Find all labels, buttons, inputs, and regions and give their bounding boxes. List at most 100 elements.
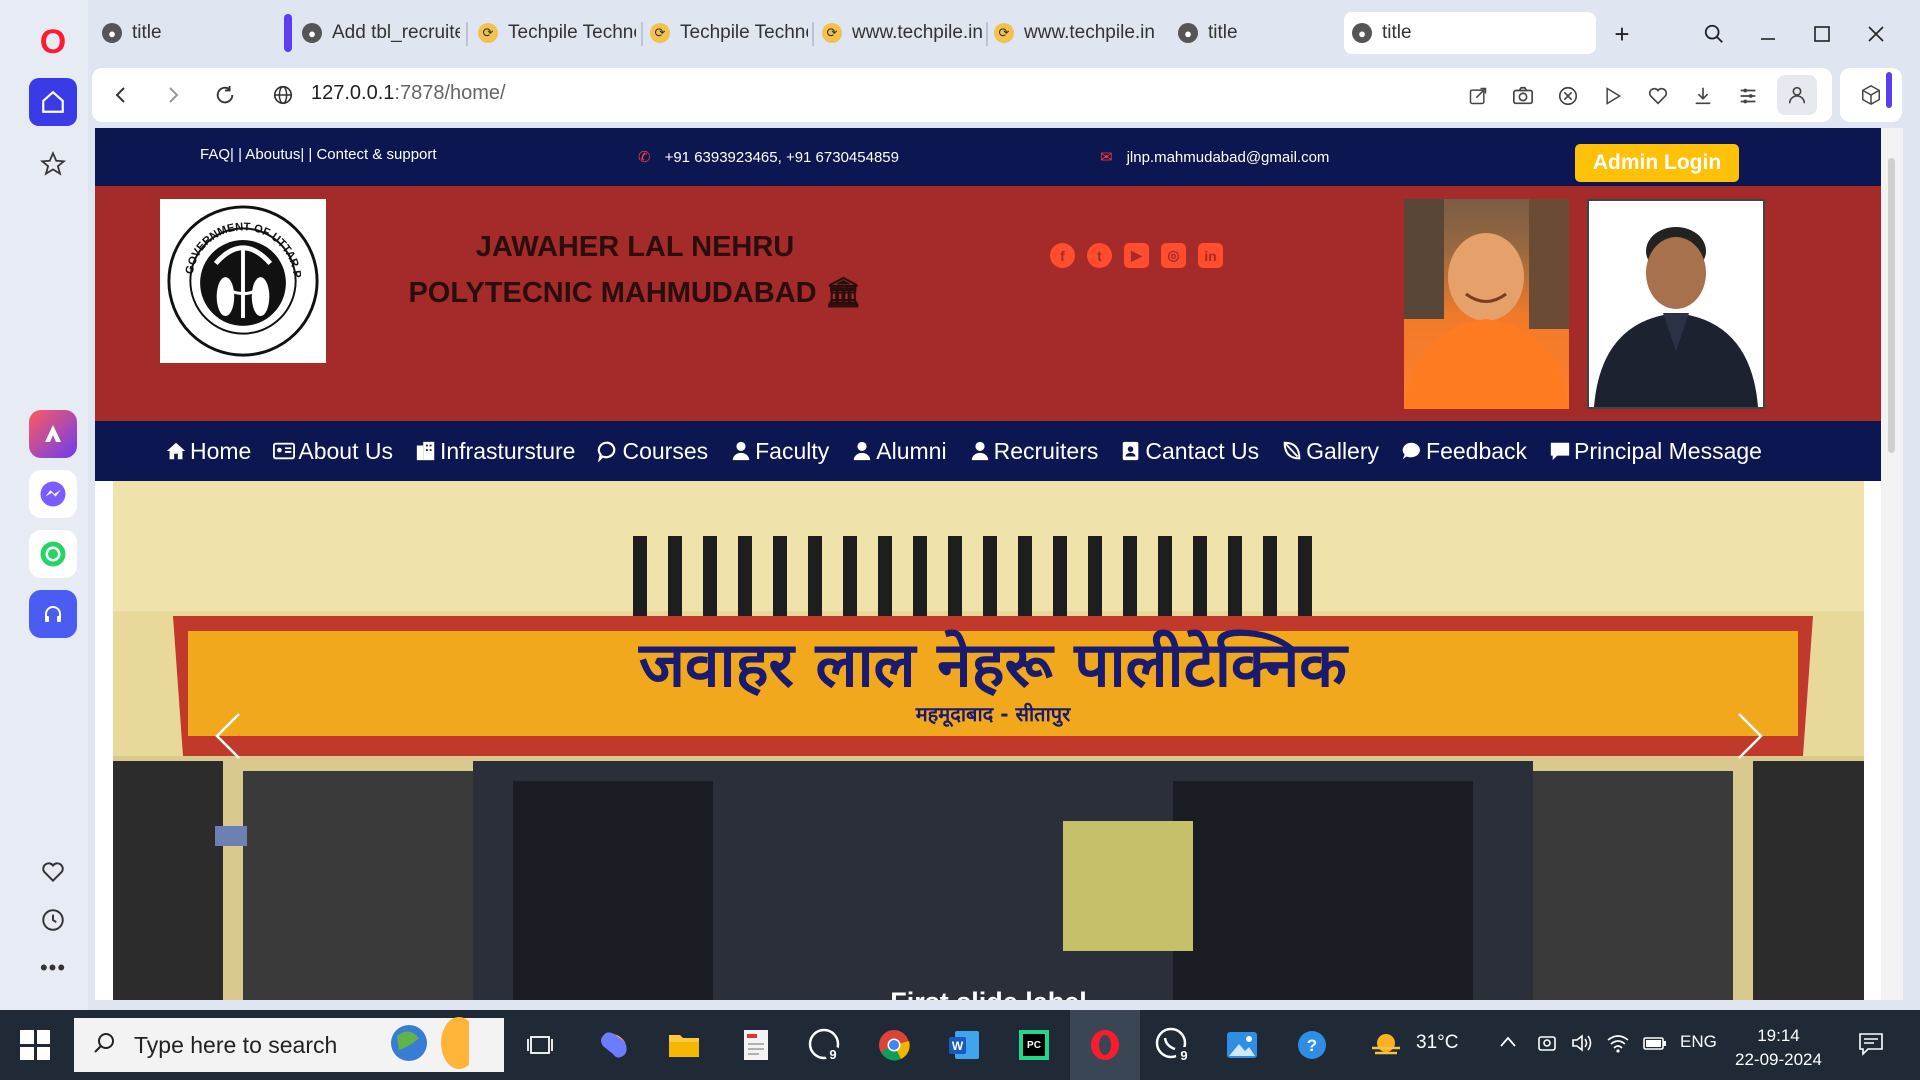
reload-icon[interactable] bbox=[208, 78, 242, 112]
system-clock[interactable]: 19:14 22-09-2024 bbox=[1735, 1024, 1822, 1072]
admin-login-button[interactable]: Admin Login bbox=[1575, 144, 1739, 182]
weather-sun-icon[interactable] bbox=[1368, 1026, 1404, 1066]
scrollbar-thumb[interactable] bbox=[1888, 158, 1895, 453]
email-address[interactable]: jlnp.mahmudabad@gmail.com bbox=[1127, 149, 1330, 166]
social-links: f t ▶ ◎ in bbox=[1050, 243, 1223, 268]
input-language[interactable]: ENG bbox=[1680, 1032, 1717, 1052]
get-help-icon[interactable]: ? bbox=[1290, 1023, 1334, 1067]
taskbar-search-box[interactable]: Type here to search bbox=[74, 1016, 504, 1072]
meet-now-icon[interactable] bbox=[1536, 1032, 1558, 1060]
site-info-globe-icon[interactable] bbox=[266, 78, 300, 112]
opera-browser-icon[interactable] bbox=[1083, 1023, 1127, 1067]
notification-center-icon[interactable] bbox=[1858, 1032, 1884, 1062]
volume-icon[interactable] bbox=[1570, 1032, 1594, 1060]
windows-start-icon[interactable] bbox=[20, 1030, 50, 1060]
close-window-icon[interactable] bbox=[1856, 14, 1896, 54]
nav-alumni[interactable]: Alumni bbox=[851, 438, 947, 465]
nav-courses[interactable]: Courses bbox=[597, 438, 708, 465]
my-flow-heart-icon[interactable] bbox=[29, 848, 77, 896]
nav-contact-us[interactable]: Cantact Us bbox=[1120, 438, 1259, 465]
back-icon[interactable] bbox=[104, 78, 138, 112]
tab[interactable]: ⟳ www.techpile.in bbox=[822, 12, 988, 54]
minimize-icon[interactable] bbox=[1748, 14, 1788, 54]
nav-home[interactable]: Home bbox=[165, 438, 251, 465]
pinboard-star-icon[interactable] bbox=[29, 140, 77, 188]
svg-text:PC: PC bbox=[1027, 1040, 1041, 1051]
tab-title: www.techpile.in bbox=[852, 22, 983, 43]
opera-logo-icon[interactable]: O bbox=[29, 18, 77, 66]
whatsapp-taskbar-icon[interactable]: 9 bbox=[803, 1023, 847, 1067]
ad-blocker-icon[interactable] bbox=[1552, 80, 1584, 112]
techpile-icon: ⟳ bbox=[994, 23, 1014, 43]
history-clock-icon[interactable] bbox=[29, 896, 77, 944]
tab[interactable]: ⟳ Techpile Techno bbox=[478, 12, 636, 54]
phone-info: ✆ +91 6393923465, +91 6730454859 bbox=[638, 148, 899, 166]
search-icon bbox=[92, 1031, 116, 1060]
tab-separator bbox=[641, 22, 643, 46]
sidebar-accent-marker bbox=[1886, 72, 1892, 108]
twitter-icon[interactable]: t bbox=[1087, 243, 1112, 268]
forward-icon[interactable] bbox=[156, 78, 190, 112]
more-options-icon[interactable]: ••• bbox=[29, 944, 77, 992]
youtube-icon[interactable]: ▶ bbox=[1124, 243, 1149, 268]
weather-temperature[interactable]: 31°C bbox=[1416, 1032, 1458, 1054]
tab[interactable]: ⟳ Techpile Techno bbox=[650, 12, 808, 54]
facebook-icon[interactable]: f bbox=[1050, 243, 1075, 268]
carousel-next-icon[interactable] bbox=[1735, 711, 1765, 773]
page-scrollbar[interactable] bbox=[1881, 128, 1903, 1000]
messenger-icon[interactable] bbox=[29, 470, 77, 518]
nav-faculty[interactable]: Faculty bbox=[730, 438, 829, 465]
music-player-icon[interactable] bbox=[29, 590, 77, 638]
instagram-icon[interactable]: ◎ bbox=[1161, 243, 1186, 268]
whatsapp-desktop-icon[interactable]: 9 bbox=[1152, 1023, 1196, 1067]
easy-setup-menu-icon[interactable] bbox=[1732, 80, 1764, 112]
phone-numbers: +91 6393923465, +91 6730454859 bbox=[664, 149, 899, 166]
download-icon[interactable] bbox=[1687, 80, 1719, 112]
battery-icon[interactable] bbox=[1642, 1032, 1668, 1060]
nav-principal-message[interactable]: Principal Message bbox=[1549, 438, 1762, 465]
tab[interactable]: ● Add tbl_recruite bbox=[302, 12, 460, 54]
slide-image-college-building: जवाहर लाल नेहरू पालीटेक्निक महमूदाबाद - … bbox=[113, 481, 1864, 1000]
nav-about-us[interactable]: About Us bbox=[273, 438, 393, 465]
aria-ai-icon[interactable] bbox=[29, 410, 77, 458]
snapshot-camera-icon[interactable] bbox=[1507, 80, 1539, 112]
nav-recruiters[interactable]: Recruiters bbox=[969, 438, 1098, 465]
whatsapp-icon[interactable] bbox=[29, 530, 77, 578]
nav-infrastructure[interactable]: Infrastursture bbox=[415, 438, 575, 465]
tab-search-icon[interactable] bbox=[1694, 14, 1734, 54]
wifi-icon[interactable] bbox=[1606, 1032, 1630, 1060]
nav-feedback[interactable]: Feedback bbox=[1401, 438, 1527, 465]
envelope-icon: ✉ bbox=[1100, 149, 1113, 166]
hero-carousel: जवाहर लाल नेहरू पालीटेक्निक महमूदाबाद - … bbox=[113, 481, 1864, 1000]
tab-separator bbox=[466, 22, 468, 46]
nav-gallery[interactable]: Gallery bbox=[1281, 438, 1379, 465]
copilot-icon[interactable] bbox=[592, 1023, 636, 1067]
show-hidden-icons-chevron-icon[interactable] bbox=[1498, 1032, 1518, 1058]
file-explorer-icon[interactable] bbox=[662, 1023, 706, 1067]
tab-active[interactable]: ● title bbox=[1344, 12, 1596, 54]
new-tab-plus-icon[interactable]: + bbox=[1602, 14, 1642, 54]
tab[interactable]: ● title bbox=[1178, 12, 1288, 54]
photos-app-icon[interactable] bbox=[1220, 1023, 1264, 1067]
task-view-icon[interactable] bbox=[518, 1023, 562, 1067]
profile-avatar-icon[interactable] bbox=[1777, 75, 1817, 115]
share-icon[interactable] bbox=[1462, 80, 1494, 112]
quick-links[interactable]: FAQ| | Aboutus| | Contect & support bbox=[200, 146, 437, 163]
speed-dial-home-icon[interactable] bbox=[29, 78, 77, 126]
carousel-prev-icon[interactable] bbox=[213, 711, 243, 773]
linkedin-icon[interactable]: in bbox=[1198, 243, 1223, 268]
bookmark-heart-icon[interactable] bbox=[1642, 80, 1674, 112]
pycharm-icon[interactable]: PC bbox=[1012, 1023, 1056, 1067]
tab[interactable]: ⟳ www.techpile.in bbox=[994, 12, 1164, 54]
top-contact-strip: FAQ| | Aboutus| | Contect & support ✆ +91… bbox=[95, 128, 1881, 186]
video-popout-play-icon[interactable] bbox=[1597, 80, 1629, 112]
maximize-icon[interactable] bbox=[1802, 14, 1842, 54]
tally-erp-icon[interactable] bbox=[734, 1023, 778, 1067]
clock-time: 19:14 bbox=[1757, 1026, 1800, 1045]
chrome-icon[interactable] bbox=[872, 1023, 916, 1067]
microsoft-word-icon[interactable]: W bbox=[942, 1023, 986, 1067]
extensions-cube-icon[interactable] bbox=[1840, 68, 1902, 122]
techpile-icon: ⟳ bbox=[478, 23, 498, 43]
tab[interactable]: ● title bbox=[102, 12, 252, 54]
url-field[interactable]: 127.0.0.1:7878/home/ bbox=[311, 82, 506, 105]
